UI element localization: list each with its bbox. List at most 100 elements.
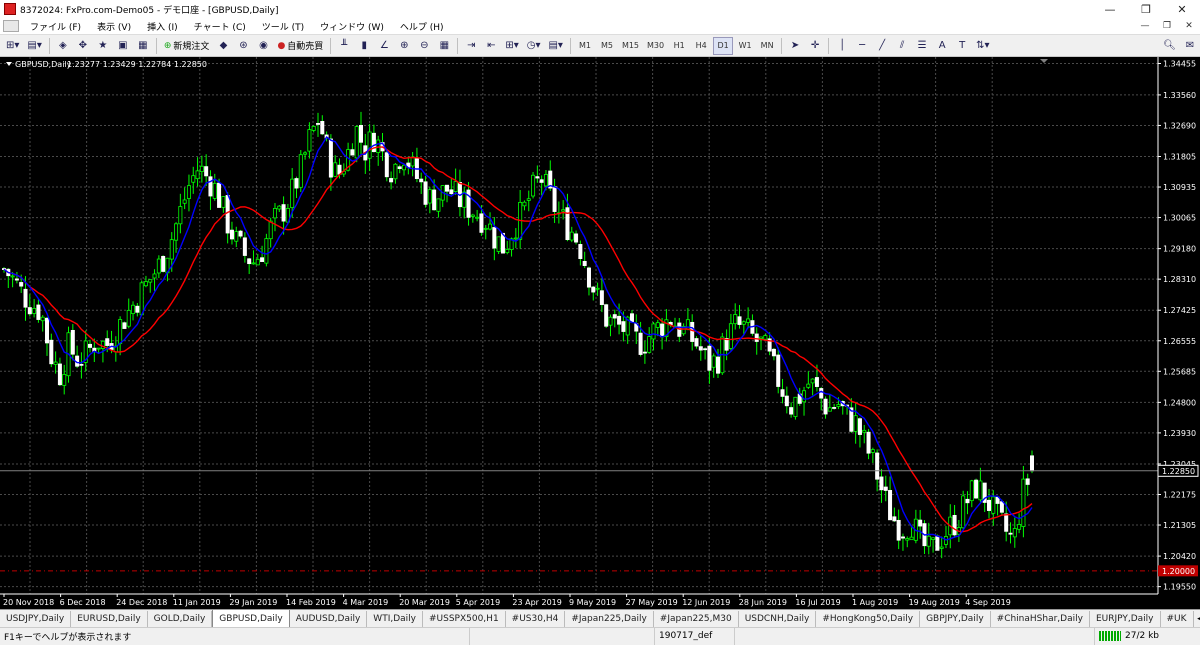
text-icon[interactable]: A — [933, 37, 951, 55]
tab-audusd[interactable]: AUDUSD,Daily — [290, 611, 368, 627]
timeframe-h4[interactable]: H4 — [691, 37, 711, 55]
menu-help[interactable]: ヘルプ (H) — [392, 20, 452, 33]
tab-japan225-m30[interactable]: #Japan225,M30 — [654, 611, 739, 627]
timeframe-m15[interactable]: M15 — [619, 37, 642, 55]
minimize-icon[interactable]: — — [1092, 0, 1128, 18]
menu-tools[interactable]: ツール (T) — [254, 20, 312, 33]
horizontal-line-icon[interactable]: ─ — [853, 37, 871, 55]
candle — [367, 131, 372, 159]
menu-view[interactable]: 表示 (V) — [89, 20, 139, 33]
line-chart-icon[interactable]: ∠ — [375, 37, 393, 55]
menu-file[interactable]: ファイル (F) — [22, 20, 89, 33]
candle — [397, 166, 402, 169]
document-icon[interactable] — [3, 20, 19, 32]
timeframe-m1[interactable]: M1 — [575, 37, 595, 55]
timeframe-m30[interactable]: M30 — [644, 37, 667, 55]
tab-japan225-daily[interactable]: #Japan225,Daily — [565, 611, 654, 627]
terminal-icon[interactable]: ▣ — [114, 37, 132, 55]
candle — [255, 258, 260, 266]
close-icon[interactable]: ✕ — [1164, 0, 1200, 18]
fibonacci-icon[interactable]: ☰ — [913, 37, 931, 55]
cursor-icon[interactable]: ➤ — [786, 37, 804, 55]
vertical-line-icon[interactable]: │ — [833, 37, 851, 55]
tab-hongkong50[interactable]: #HongKong50,Daily — [816, 611, 921, 627]
menu-insert[interactable]: 挿入 (I) — [139, 20, 186, 33]
profiles-icon[interactable]: ▤▾ — [24, 37, 44, 55]
arrows-icon[interactable]: ⇅▾ — [973, 37, 992, 55]
zoom-out-icon[interactable]: ⊖ — [415, 37, 433, 55]
candle — [505, 249, 510, 254]
candle — [612, 314, 617, 319]
candle — [238, 230, 243, 237]
periods-icon[interactable]: ◷▾ — [524, 37, 544, 55]
autoscroll-icon[interactable]: ⇥ — [462, 37, 480, 55]
tab-scroll-left-icon[interactable]: ◀ — [1194, 614, 1200, 624]
templates-icon[interactable]: ▤▾ — [545, 37, 565, 55]
tab-usdcnh[interactable]: USDCNH,Daily — [739, 611, 817, 627]
tab-chinahshar[interactable]: #ChinaHShar,Daily — [991, 611, 1090, 627]
y-tick-label: 1.29180 — [1163, 245, 1196, 254]
signals-icon[interactable]: ⊛ — [234, 37, 252, 55]
candle — [905, 538, 910, 541]
indicators-icon[interactable]: ⊞▾ — [502, 37, 521, 55]
tab-uk[interactable]: #UK — [1161, 611, 1194, 627]
channel-icon[interactable]: ⫽ — [893, 37, 911, 55]
tester-icon[interactable]: ▦ — [134, 37, 152, 55]
trendline-icon[interactable]: ╱ — [873, 37, 891, 55]
data-window-icon[interactable]: ✥ — [74, 37, 92, 55]
chart-shift-icon[interactable]: ⇤ — [482, 37, 500, 55]
new-chart-icon[interactable]: ⊞▾ — [3, 37, 22, 55]
timeframe-h1[interactable]: H1 — [669, 37, 689, 55]
timeframe-d1[interactable]: D1 — [713, 36, 734, 55]
tab-eurjpy[interactable]: EURJPY,Daily — [1090, 611, 1161, 627]
candle — [655, 322, 660, 328]
price-chart[interactable]: 1.34455 1.33560 1.32690 1.31805 1.30935 1.300… — [0, 57, 1200, 609]
shift-marker-icon[interactable] — [1040, 59, 1048, 63]
tile-windows-icon[interactable]: ▦ — [435, 37, 453, 55]
label-icon[interactable]: T — [953, 37, 971, 55]
y-tick-label: 1.34455 — [1163, 59, 1196, 68]
chart-area[interactable]: 1.34455 1.33560 1.32690 1.31805 1.30935 1.300… — [0, 57, 1200, 609]
tab-us30[interactable]: #US30,H4 — [506, 611, 566, 627]
timeframe-m5[interactable]: M5 — [597, 37, 617, 55]
autotrade-button[interactable]: ● 自動売買 — [274, 37, 326, 55]
tab-wti[interactable]: WTI,Daily — [367, 611, 423, 627]
restore-icon[interactable]: ❐ — [1128, 0, 1164, 18]
timeframe-mn[interactable]: MN — [757, 37, 777, 55]
menu-charts[interactable]: チャート (C) — [186, 20, 254, 33]
symbol-dropdown-icon[interactable] — [6, 62, 12, 66]
candle — [389, 178, 394, 183]
metaeditor-icon[interactable]: ◆ — [214, 37, 232, 55]
doc-restore-icon[interactable]: ❐ — [1156, 21, 1178, 31]
menu-window[interactable]: ウィンドウ (W) — [312, 20, 392, 33]
tab-usspx500[interactable]: #USSPX500,H1 — [423, 611, 506, 627]
doc-close-icon[interactable]: ✕ — [1178, 21, 1200, 31]
timeframe-w1[interactable]: W1 — [735, 37, 755, 55]
candle — [161, 255, 166, 272]
new-order-button[interactable]: ⊕ 新規注文 — [161, 37, 213, 55]
x-tick-label: 20 Mar 2019 — [399, 598, 450, 607]
candlestick-icon[interactable]: ▮ — [355, 37, 373, 55]
candle — [307, 129, 312, 152]
tab-gbpusd[interactable]: GBPUSD,Daily — [212, 610, 290, 627]
candle — [728, 323, 733, 349]
candle — [759, 336, 764, 339]
doc-minimize-icon[interactable]: — — [1134, 21, 1156, 31]
chat-icon[interactable]: ✉ — [1181, 37, 1199, 55]
candle — [45, 317, 50, 344]
tab-gold[interactable]: GOLD,Daily — [148, 611, 213, 627]
search-icon[interactable]: 🔍︎ — [1160, 37, 1179, 55]
candle — [281, 204, 286, 222]
market-watch-icon[interactable]: ◈ — [54, 37, 72, 55]
crosshair-icon[interactable]: ✛ — [806, 37, 824, 55]
candle — [217, 182, 222, 208]
tab-gbpjpy[interactable]: GBPJPY,Daily — [920, 611, 991, 627]
bar-chart-icon[interactable]: ╨ — [335, 37, 353, 55]
candle — [999, 501, 1004, 513]
tab-eurusd[interactable]: EURUSD,Daily — [71, 611, 148, 627]
zoom-in-icon[interactable]: ⊕ — [395, 37, 413, 55]
candle — [986, 499, 991, 511]
market-icon[interactable]: ◉ — [254, 37, 272, 55]
navigator-icon[interactable]: ★ — [94, 37, 112, 55]
tab-usdjpy[interactable]: USDJPY,Daily — [0, 611, 72, 627]
